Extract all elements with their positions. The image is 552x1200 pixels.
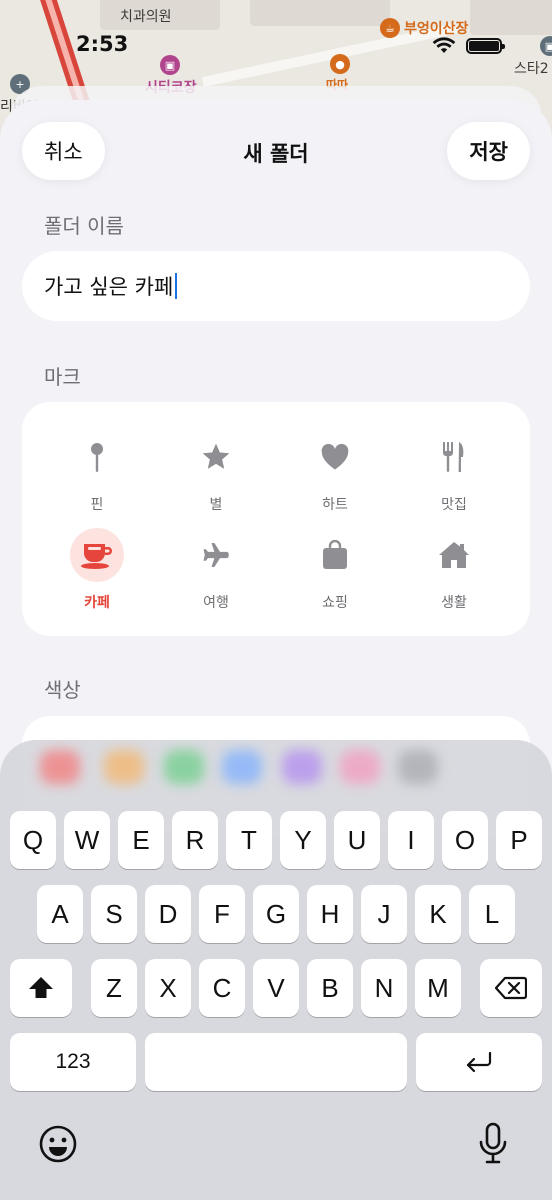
space-key[interactable] [145, 1033, 407, 1091]
key-j[interactable]: J [361, 885, 407, 943]
mark-cafe[interactable]: 카페 [42, 528, 152, 618]
mark-heart[interactable]: 하트 [280, 430, 390, 520]
mark-label: 쇼핑 [322, 595, 348, 611]
key-n[interactable]: N [361, 959, 407, 1017]
battery-icon [466, 38, 505, 54]
text-caret [175, 273, 178, 299]
key-c[interactable]: C [199, 959, 245, 1017]
status-bar: 2:53 [0, 28, 552, 64]
mark-label: 핀 [90, 497, 104, 513]
emoji-icon[interactable] [38, 1124, 78, 1168]
color-swatch[interactable] [164, 750, 204, 784]
keyboard: Q W E R T Y U I O P A S D F G H J K L Z … [0, 740, 552, 1200]
key-v[interactable]: V [253, 959, 299, 1017]
star-icon [189, 430, 243, 484]
color-swatch[interactable] [40, 750, 80, 784]
mark-travel[interactable]: 여행 [161, 528, 271, 618]
shift-key[interactable] [10, 959, 72, 1017]
key-f[interactable]: F [199, 885, 245, 943]
color-swatch[interactable] [398, 750, 438, 784]
key-e[interactable]: E [118, 811, 164, 869]
mark-star[interactable]: 별 [161, 430, 271, 520]
pin-icon [70, 430, 124, 484]
mark-label: 하트 [322, 497, 348, 513]
key-a[interactable]: A [37, 885, 83, 943]
folder-name-input[interactable]: 가고 싶은 카페 [22, 251, 530, 321]
key-k[interactable]: K [415, 885, 461, 943]
key-y[interactable]: Y [280, 811, 326, 869]
save-button[interactable]: 저장 [447, 122, 530, 180]
airplane-icon [189, 528, 243, 582]
heart-icon [308, 430, 362, 484]
key-u[interactable]: U [334, 811, 380, 869]
mark-pin[interactable]: 핀 [42, 430, 152, 520]
key-o[interactable]: O [442, 811, 488, 869]
mark-label: 맛집 [441, 497, 467, 513]
key-t[interactable]: T [226, 811, 272, 869]
key-q[interactable]: Q [10, 811, 56, 869]
coffee-cup-icon [70, 528, 124, 582]
folder-name-label: 폴더 이름 [44, 214, 124, 238]
mark-living[interactable]: 생활 [399, 528, 509, 618]
key-d[interactable]: D [145, 885, 191, 943]
key-x[interactable]: X [145, 959, 191, 1017]
key-r[interactable]: R [172, 811, 218, 869]
key-w[interactable]: W [64, 811, 110, 869]
key-i[interactable]: I [388, 811, 434, 869]
shift-icon [29, 977, 53, 998]
return-icon [466, 1051, 492, 1073]
color-swatch[interactable] [340, 750, 380, 784]
fork-knife-icon [427, 430, 481, 484]
mark-label: 별 [209, 497, 223, 513]
delete-key[interactable] [480, 959, 542, 1017]
backspace-icon [495, 976, 527, 1000]
color-swatch[interactable] [104, 750, 144, 784]
status-time: 2:53 [76, 32, 129, 56]
key-m[interactable]: M [415, 959, 461, 1017]
folder-name-value: 가고 싶은 카페 [44, 275, 174, 299]
return-key[interactable] [416, 1033, 542, 1091]
mark-label: 여행 [203, 595, 229, 611]
map-block [250, 0, 390, 26]
mark-label: 생활 [441, 595, 467, 611]
key-z[interactable]: Z [91, 959, 137, 1017]
color-swatch[interactable] [222, 750, 262, 784]
microphone-icon[interactable] [478, 1122, 508, 1170]
color-section-label: 색상 [44, 678, 81, 702]
wifi-icon [432, 36, 456, 58]
key-s[interactable]: S [91, 885, 137, 943]
mark-label: 카페 [84, 595, 110, 611]
key-g[interactable]: G [253, 885, 299, 943]
shopping-bag-icon [308, 528, 362, 582]
color-swatch[interactable] [282, 750, 322, 784]
key-b[interactable]: B [307, 959, 353, 1017]
map-label: 치과의원 [120, 9, 172, 25]
mark-restaurant[interactable]: 맛집 [399, 430, 509, 520]
mark-section-label: 마크 [44, 365, 81, 389]
mark-shopping[interactable]: 쇼핑 [280, 528, 390, 618]
mark-grid: 핀 별 하트 맛집 카페 여행 쇼핑 생활 [22, 402, 530, 636]
house-icon [427, 528, 481, 582]
numbers-key[interactable]: 123 [10, 1033, 136, 1091]
key-l[interactable]: L [469, 885, 515, 943]
key-h[interactable]: H [307, 885, 353, 943]
key-p[interactable]: P [496, 811, 542, 869]
